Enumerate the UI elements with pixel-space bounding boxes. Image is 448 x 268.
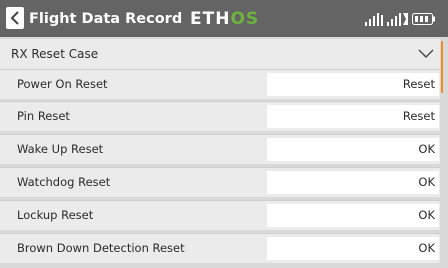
scrollbar[interactable] [441,41,443,93]
row-label: Lockup Reset [17,208,94,222]
row-value: OK [267,204,439,227]
row-brown-down-detection-reset: Brown Down Detection Reset OK [0,233,440,263]
row-label: Wake Up Reset [17,142,104,156]
back-arrow-icon [10,11,19,25]
row-label: Brown Down Detection Reset [17,241,185,255]
ethos-logo: ETHOS [190,9,260,29]
telemetry-signal-icon [387,13,408,26]
row-watchdog-reset: Watchdog Reset OK [0,167,440,197]
row-value: OK [267,237,439,260]
header-bar: Flight Data Record ETHOS [0,0,448,37]
row-value: OK [267,171,439,194]
row-value: Reset [267,105,439,128]
row-lockup-reset: Lockup Reset OK [0,200,440,230]
page-title: Flight Data Record [29,11,183,27]
back-button[interactable] [6,7,24,29]
chevron-down-icon[interactable] [418,49,434,59]
rf-signal-icon [365,13,383,26]
record-panel: RX Reset Case Power On Reset Reset Pin R… [0,37,448,268]
row-pin-reset: Pin Reset Reset [0,101,440,131]
row-label: Power On Reset [17,77,108,91]
rx-reset-case-header[interactable]: RX Reset Case [0,39,440,69]
row-power-on-reset: Power On Reset Reset [0,69,440,99]
row-value: Reset [267,73,439,96]
battery-icon [412,13,435,25]
row-value: OK [267,138,439,161]
row-wake-up-reset: Wake Up Reset OK [0,134,440,164]
row-label: Pin Reset [17,109,70,123]
row-label: Watchdog Reset [17,175,111,189]
section-title: RX Reset Case [11,47,99,61]
